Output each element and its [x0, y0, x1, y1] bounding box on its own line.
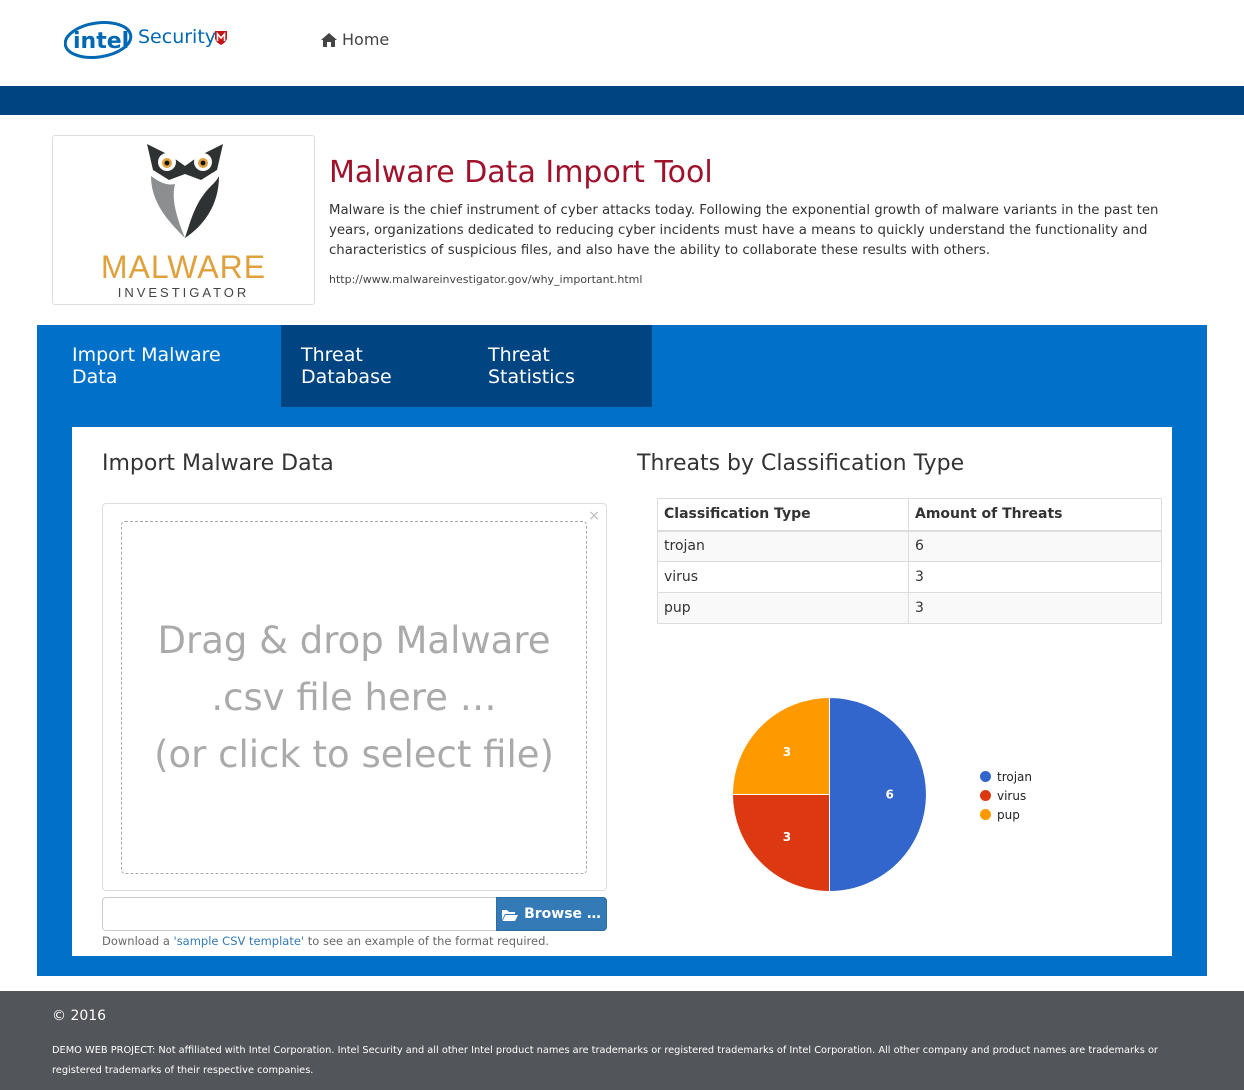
pie-slice-virus[interactable] — [731, 794, 830, 893]
column-header-amount: Amount of Threats — [908, 498, 1162, 532]
help-text: Download a 'sample CSV template' to see … — [102, 934, 549, 948]
header-divider-bar — [0, 86, 1244, 115]
pie-chart: 6 3 3 — [731, 696, 927, 893]
import-heading: Import Malware Data — [102, 451, 334, 476]
pie-label-trojan: 6 — [885, 788, 893, 802]
legend-item-virus[interactable]: virus — [980, 786, 1032, 805]
logo-title: MALWARE — [100, 249, 267, 285]
help-prefix: Download a — [102, 934, 174, 948]
dropzone-text-line-3: (or click to select file) — [154, 733, 554, 776]
cell-type: trojan — [657, 530, 909, 562]
browse-label: Browse … — [524, 906, 601, 922]
tab-threat-database[interactable]: Threat Database — [281, 325, 468, 407]
cell-type: pup — [657, 592, 909, 624]
folder-open-icon — [502, 909, 519, 921]
home-icon — [321, 32, 337, 47]
legend-label: pup — [997, 807, 1020, 822]
intel-security-logo[interactable]: intel Security — [64, 14, 244, 62]
footer: © 2016 DEMO WEB PROJECT: Not affiliated … — [0, 991, 1244, 1090]
threats-table: Classification Type Amount of Threats tr… — [657, 498, 1162, 624]
tab-content: Import Malware Data × Drag & drop Malwar… — [72, 427, 1172, 956]
cell-amount: 3 — [908, 561, 1162, 593]
malware-investigator-logo: MALWARE INVESTIGATOR — [52, 135, 315, 305]
tab-import-malware-data[interactable]: Import Malware Data — [37, 325, 281, 407]
close-icon[interactable]: × — [588, 508, 600, 524]
chart-legend: trojan virus pup — [980, 767, 1032, 824]
brand-security-text: Security — [138, 26, 217, 48]
legend-swatch — [980, 771, 991, 782]
file-dropzone[interactable]: Drag & drop Malware .csv file here … (or… — [121, 521, 587, 874]
pie-label-pup: 3 — [783, 745, 791, 759]
cell-amount: 6 — [908, 530, 1162, 562]
pie-slice-pup[interactable] — [731, 696, 830, 795]
stats-heading: Threats by Classification Type — [637, 451, 965, 476]
dropzone-text-line-2: .csv file here … — [211, 676, 497, 719]
legend-item-trojan[interactable]: trojan — [980, 767, 1032, 786]
page-description: Malware is the chief instrument of cyber… — [329, 203, 1159, 258]
pie-slice-trojan[interactable] — [829, 696, 927, 893]
help-suffix: to see an example of the format required… — [304, 934, 550, 948]
column-header-type: Classification Type — [657, 498, 909, 532]
svg-text:intel: intel — [73, 29, 129, 54]
tab-bar: Import Malware Data Threat Database Thre… — [37, 325, 652, 407]
pie-label-virus: 3 — [783, 830, 791, 844]
file-path-input[interactable] — [102, 897, 497, 931]
table-row: virus 3 — [657, 561, 1162, 593]
top-navbar: intel Security Home — [0, 0, 1244, 86]
cell-type: virus — [657, 561, 909, 593]
mcafee-shield-icon — [215, 31, 227, 45]
main-panel: Import Malware Data Threat Database Thre… — [37, 325, 1207, 976]
legend-item-pup[interactable]: pup — [980, 805, 1032, 824]
cell-amount: 3 — [908, 592, 1162, 624]
legend-swatch — [980, 809, 991, 820]
legend-label: trojan — [997, 769, 1033, 784]
dropzone-text-line-1: Drag & drop Malware — [157, 619, 551, 662]
table-row: trojan 6 — [657, 530, 1162, 562]
copyright: © 2016 — [52, 1008, 107, 1024]
legend-label: virus — [997, 788, 1027, 803]
source-url: http://www.malwareinvestigator.gov/why_i… — [329, 273, 643, 286]
owl-icon — [147, 144, 223, 238]
sample-csv-link[interactable]: 'sample CSV template' — [174, 934, 305, 948]
disclaimer: DEMO WEB PROJECT: Not affiliated with In… — [52, 1045, 1158, 1076]
page-title: Malware Data Import Tool — [329, 155, 713, 190]
table-header-row: Classification Type Amount of Threats — [657, 498, 1162, 532]
legend-swatch — [980, 790, 991, 801]
home-label: Home — [342, 30, 390, 49]
file-drop-container: × Drag & drop Malware .csv file here … (… — [102, 503, 607, 891]
intel-logo-icon: intel — [64, 21, 133, 59]
browse-button[interactable]: Browse … — [496, 897, 607, 931]
tab-threat-statistics[interactable]: Threat Statistics — [468, 325, 652, 407]
home-link[interactable]: Home — [320, 30, 389, 49]
logo-subtitle: INVESTIGATOR — [117, 285, 250, 300]
table-row: pup 3 — [657, 592, 1162, 624]
